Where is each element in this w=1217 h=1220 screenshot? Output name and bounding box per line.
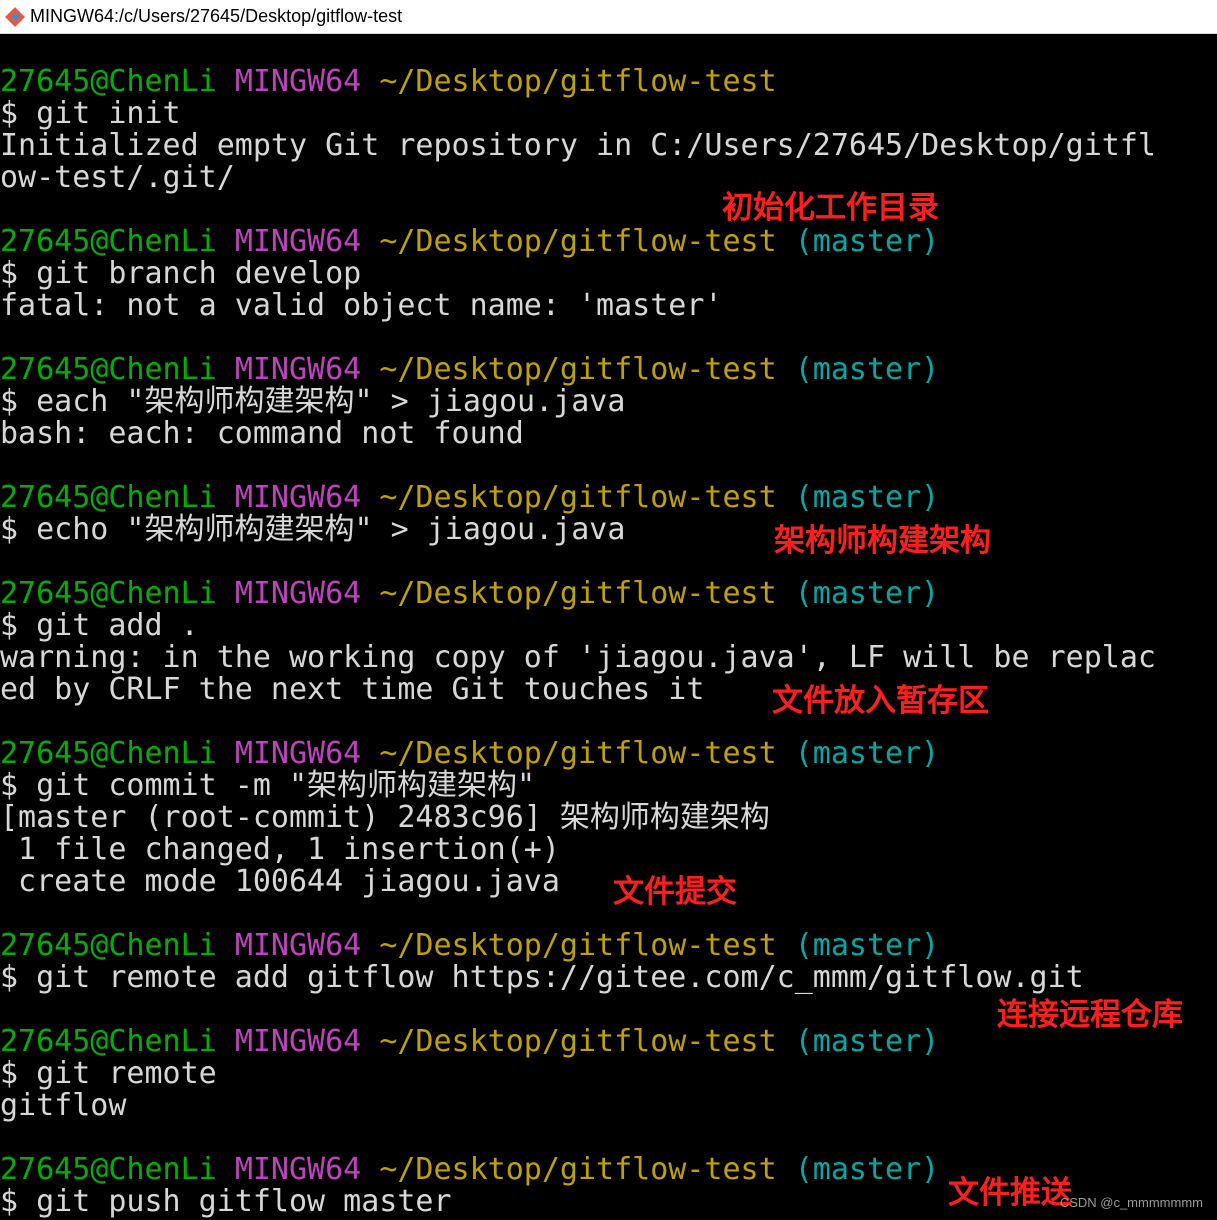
output-line: bash: each: command not found xyxy=(0,416,524,451)
output-line: ed by CRLF the next time Git touches it xyxy=(0,672,705,707)
prompt-user: 27645@ChenLi xyxy=(0,64,217,99)
output-line: Initialized empty Git repository in C:/U… xyxy=(0,128,1156,163)
output-line: [master (root-commit) 2483c96] 架构师构建架构 xyxy=(0,800,770,835)
prompt-user: 27645@ChenLi xyxy=(0,736,217,771)
git-bash-icon xyxy=(5,6,25,27)
prompt-host: MINGW64 xyxy=(234,480,362,515)
prompt-branch: (master) xyxy=(794,576,940,611)
prompt-branch: (master) xyxy=(794,224,940,259)
prompt-line: 27645@ChenLi MINGW64 ~/Desktop/gitflow-t… xyxy=(0,578,1217,610)
prompt-path: ~/Desktop/gitflow-test xyxy=(379,480,777,515)
prompt-branch: (master) xyxy=(794,1152,940,1187)
prompt-branch: (master) xyxy=(794,352,940,387)
prompt-host: MINGW64 xyxy=(234,1152,362,1187)
watermark: CSDN @c_mmmmmmm xyxy=(1059,1195,1203,1210)
command-line: $ each "架构师构建架构" > jiagou.java xyxy=(0,384,626,419)
prompt-path: ~/Desktop/gitflow-test xyxy=(379,1024,777,1059)
prompt-line: 27645@ChenLi MINGW64 ~/Desktop/gitflow-t… xyxy=(0,354,1217,386)
prompt-path: ~/Desktop/gitflow-test xyxy=(379,1152,777,1187)
prompt-host: MINGW64 xyxy=(234,1024,362,1059)
output-line: fatal: not a valid object name: 'master' xyxy=(0,288,723,323)
prompt-user: 27645@ChenLi xyxy=(0,1152,217,1187)
command-line: $ git branch develop xyxy=(0,256,362,291)
command-line: $ git add . xyxy=(0,608,199,643)
annotation-commit: 文件提交 xyxy=(613,874,737,910)
prompt-host: MINGW64 xyxy=(234,352,362,387)
prompt-branch: (master) xyxy=(794,1024,940,1059)
annotation-add: 文件放入暂存区 xyxy=(772,683,989,719)
prompt-host: MINGW64 xyxy=(234,928,362,963)
output-line: create mode 100644 jiagou.java xyxy=(0,864,560,899)
output-line: warning: in the working copy of 'jiagou.… xyxy=(0,640,1156,675)
prompt-line: 27645@ChenLi MINGW64 ~/Desktop/gitflow-t… xyxy=(0,738,1217,770)
terminal-window: MINGW64:/c/Users/27645/Desktop/gitflow-t… xyxy=(0,0,1217,1220)
window-title: MINGW64:/c/Users/27645/Desktop/gitflow-t… xyxy=(30,6,403,26)
prompt-branch: (master) xyxy=(794,736,940,771)
prompt-user: 27645@ChenLi xyxy=(0,576,217,611)
prompt-host: MINGW64 xyxy=(234,736,362,771)
prompt-user: 27645@ChenLi xyxy=(0,928,217,963)
prompt-branch: (master) xyxy=(794,928,940,963)
prompt-path: ~/Desktop/gitflow-test xyxy=(379,928,777,963)
prompt-host: MINGW64 xyxy=(234,576,362,611)
annotation-init: 初始化工作目录 xyxy=(722,190,939,226)
prompt-path: ~/Desktop/gitflow-test xyxy=(379,576,777,611)
prompt-host: MINGW64 xyxy=(234,224,362,259)
prompt-user: 27645@ChenLi xyxy=(0,1024,217,1059)
terminal-output[interactable]: 27645@ChenLi MINGW64 ~/Desktop/gitflow-t… xyxy=(0,34,1217,1220)
title-bar[interactable]: MINGW64:/c/Users/27645/Desktop/gitflow-t… xyxy=(0,0,1217,34)
command-line: $ git init xyxy=(0,96,181,131)
output-line: gitflow xyxy=(0,1088,127,1123)
annotation-remote: 连接远程仓库 xyxy=(997,997,1183,1033)
output-line: 1 file changed, 1 insertion(+) xyxy=(0,832,560,867)
prompt-user: 27645@ChenLi xyxy=(0,352,217,387)
prompt-path: ~/Desktop/gitflow-test xyxy=(379,224,777,259)
command-line: $ echo "架构师构建架构" > jiagou.java xyxy=(0,512,626,547)
prompt-user: 27645@ChenLi xyxy=(0,480,217,515)
prompt-branch: (master) xyxy=(794,480,940,515)
annotation-echo: 架构师构建架构 xyxy=(774,523,991,559)
annotation-push: 文件推送 xyxy=(948,1175,1072,1211)
prompt-line: 27645@ChenLi MINGW64 ~/Desktop/gitflow-t… xyxy=(0,930,1217,962)
prompt-path: ~/Desktop/gitflow-test xyxy=(379,352,777,387)
prompt-host: MINGW64 xyxy=(234,64,362,99)
output-line: ow-test/.git/ xyxy=(0,160,235,195)
prompt-user: 27645@ChenLi xyxy=(0,224,217,259)
command-line: $ git remote add gitflow https://gitee.c… xyxy=(0,960,1084,995)
prompt-path: ~/Desktop/gitflow-test xyxy=(379,736,777,771)
prompt-line: 27645@ChenLi MINGW64 ~/Desktop/gitflow-t… xyxy=(0,226,1217,258)
command-line: $ git remote xyxy=(0,1056,217,1091)
prompt-path: ~/Desktop/gitflow-test xyxy=(379,64,777,99)
prompt-line: 27645@ChenLi MINGW64 ~/Desktop/gitflow-t… xyxy=(0,66,1217,98)
command-line: $ git commit -m "架构师构建架构" xyxy=(0,768,536,803)
prompt-line: 27645@ChenLi MINGW64 ~/Desktop/gitflow-t… xyxy=(0,482,1217,514)
